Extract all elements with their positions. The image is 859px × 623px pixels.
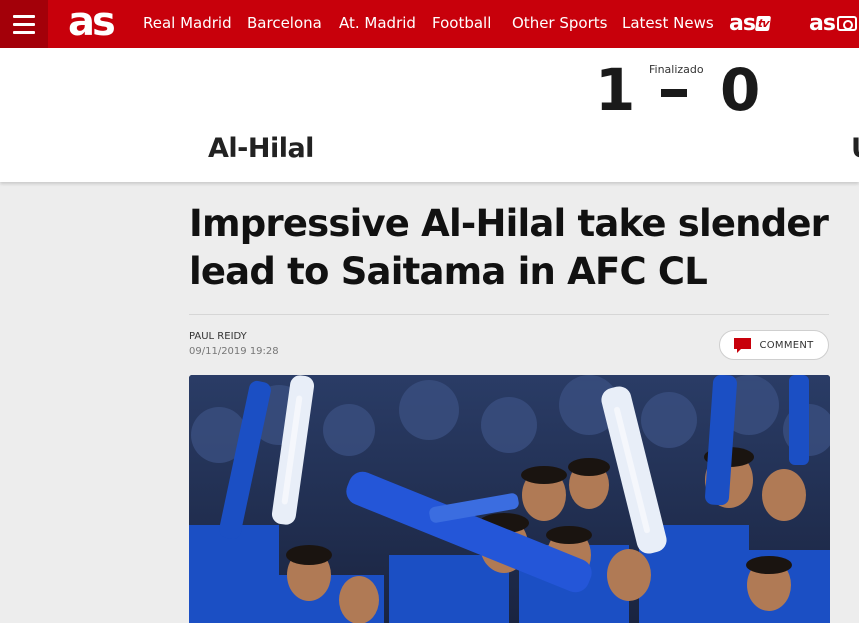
article-date: 09/11/2019 19:28 xyxy=(189,346,279,357)
top-navigation-bar: as Real Madrid Barcelona At. Madrid Foot… xyxy=(0,0,859,48)
hamburger-menu-icon[interactable] xyxy=(0,0,48,48)
nav-item-real-madrid[interactable]: Real Madrid xyxy=(143,0,232,48)
comment-button[interactable]: COMMENT xyxy=(719,330,829,360)
article-photo xyxy=(189,375,830,623)
away-team-name[interactable]: U xyxy=(851,133,859,164)
score-separator xyxy=(661,89,687,97)
home-team-name[interactable]: Al-Hilal xyxy=(208,133,314,164)
tv-badge: tv xyxy=(754,15,772,31)
nav-item-football[interactable]: Football xyxy=(432,0,491,48)
as-logo[interactable]: as xyxy=(68,0,116,48)
as-tv-label: as xyxy=(729,10,756,36)
menu-line xyxy=(13,30,35,34)
article-author[interactable]: PAUL REIDY xyxy=(189,331,247,342)
nav-item-barcelona[interactable]: Barcelona xyxy=(247,0,322,48)
match-status: Finalizado xyxy=(649,63,704,76)
comment-icon xyxy=(734,338,752,353)
article-headline: Impressive Al-Hilal take slender lead to… xyxy=(189,202,829,293)
nav-item-other-sports[interactable]: Other Sports xyxy=(512,0,607,48)
nav-item-latest-news[interactable]: Latest News xyxy=(622,0,714,48)
as-tv-link[interactable]: as tv xyxy=(729,10,772,36)
comment-label: COMMENT xyxy=(759,339,814,351)
menu-line xyxy=(13,14,35,18)
as-photo-link[interactable]: as xyxy=(809,10,857,36)
as-photo-label: as xyxy=(809,10,836,36)
away-score: 0 xyxy=(720,56,761,124)
home-score: 1 xyxy=(595,56,636,124)
divider xyxy=(189,314,829,315)
menu-line xyxy=(13,22,35,26)
fans-crowd-image xyxy=(189,375,830,623)
nav-item-at-madrid[interactable]: At. Madrid xyxy=(339,0,416,48)
camera-icon xyxy=(836,15,857,31)
